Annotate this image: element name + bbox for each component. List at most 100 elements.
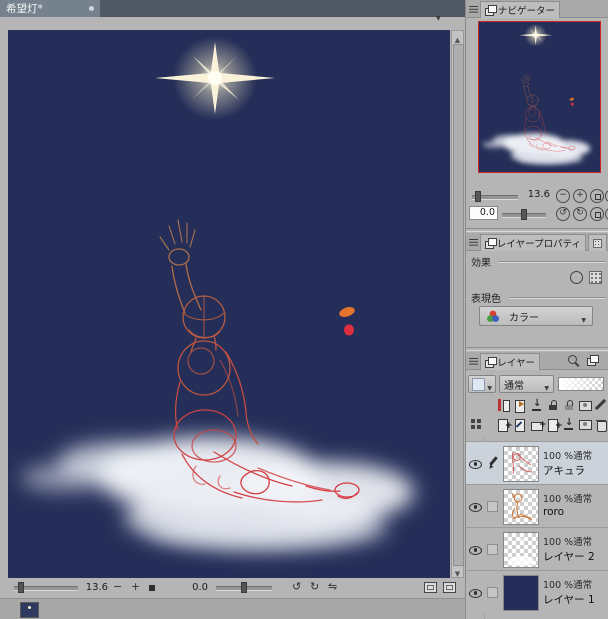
expression-color-combo[interactable]: カラー <box>479 306 593 326</box>
create-mask-icon[interactable] <box>578 417 592 431</box>
canvas-statusbar: 13.6 0.0 <box>0 578 466 598</box>
scroll-down-icon[interactable] <box>452 565 463 577</box>
thumbnail-view-icon[interactable] <box>469 417 483 431</box>
layer-color-caret-icon <box>487 375 492 394</box>
tab-layers[interactable]: レイヤー <box>480 353 540 370</box>
navigator-rotate-left-button[interactable] <box>556 207 570 221</box>
tone-effect-icon[interactable] <box>589 271 602 284</box>
navigator-zoom-out-button[interactable] <box>556 189 570 203</box>
tab-layer-property[interactable]: レイヤープロパティ <box>480 234 586 251</box>
expression-color-rule <box>510 297 606 299</box>
layer-property-menu-icon[interactable] <box>469 238 478 246</box>
layer-name: アキュラ <box>543 465 585 477</box>
layer-name: レイヤー 1 <box>543 594 595 606</box>
editing-target-icon[interactable] <box>487 456 499 469</box>
expression-color-caret-icon <box>581 307 586 326</box>
effect-rule <box>498 261 606 263</box>
navigator-zoom-in-button[interactable] <box>573 189 587 203</box>
layer-color-swatch <box>472 377 485 391</box>
fit-to-window-button[interactable] <box>443 582 456 593</box>
rotate-left-button[interactable] <box>292 581 301 593</box>
lock-transparent-pixels-icon[interactable] <box>562 398 576 412</box>
two-pane-icon[interactable] <box>587 355 599 366</box>
expression-color-label: 表現色 <box>471 294 501 305</box>
lock-layer-icon[interactable] <box>546 398 560 412</box>
layer-row[interactable]: 100 %通常 レイヤー 2 <box>466 527 608 570</box>
scroll-up-icon[interactable] <box>452 31 463 43</box>
layer-thumbnail[interactable] <box>503 532 539 568</box>
canvas-vertical-scrollbar[interactable] <box>451 30 464 578</box>
editing-target-checkbox[interactable] <box>487 587 498 598</box>
show-ruler-icon[interactable] <box>594 398 608 412</box>
navigator-preview[interactable] <box>478 21 601 173</box>
navigator-rotation-handle[interactable] <box>521 209 527 220</box>
layer-row[interactable]: 100 %通常 アキュラ <box>466 441 608 484</box>
clip-to-layer-below-icon[interactable] <box>496 398 510 412</box>
layer-thumbnail[interactable] <box>503 489 539 525</box>
tab-list-caret-icon[interactable] <box>436 5 441 24</box>
thumb-art <box>511 492 533 521</box>
tab-close-icon[interactable] <box>89 6 94 11</box>
statusbar-rotation-handle[interactable] <box>241 582 247 593</box>
layer-info: 100 %通常 <box>543 537 593 548</box>
tab-navigator[interactable]: ナビゲーター <box>480 1 560 18</box>
transfer-down-icon[interactable] <box>530 398 544 412</box>
navigator-artwork <box>479 22 600 172</box>
layer-visibility-icon[interactable] <box>469 586 482 599</box>
navigator-rotate-right-button[interactable] <box>573 207 587 221</box>
layer-visibility-icon[interactable] <box>469 500 482 513</box>
bottom-strip <box>0 598 466 619</box>
new-raster-layer-icon[interactable] <box>496 417 513 432</box>
layer-property-header: レイヤープロパティ <box>466 233 608 251</box>
navigator-rotate-reset-button[interactable] <box>590 207 604 221</box>
editing-target-checkbox[interactable] <box>487 501 498 512</box>
layer-visibility-icon[interactable] <box>469 543 482 556</box>
layers-menu-icon[interactable] <box>469 357 478 365</box>
layer-thumbnail[interactable] <box>503 446 539 482</box>
scrollbar-thumb[interactable] <box>453 44 464 566</box>
blend-mode-caret-icon <box>544 375 549 394</box>
rotate-right-button[interactable] <box>310 581 319 593</box>
tab-layer-property-extra[interactable] <box>588 234 607 251</box>
layer-info: 100 %通常 <box>543 580 593 591</box>
editing-target-checkbox[interactable] <box>487 544 498 555</box>
merge-down-icon[interactable] <box>562 417 576 431</box>
zoom-in-button[interactable] <box>131 581 140 593</box>
layer-property-title: レイヤープロパティ <box>496 239 581 250</box>
layer-info: 100 %通常 <box>543 451 593 462</box>
new-vector-layer-icon[interactable] <box>513 417 527 432</box>
navigator-zoom-reset-button[interactable] <box>590 189 604 203</box>
blend-mode-value: 通常 <box>504 380 524 392</box>
new-folder-icon[interactable] <box>530 417 547 431</box>
zoom-out-button[interactable] <box>113 581 122 593</box>
thumb-art <box>508 536 534 566</box>
reference-layer-icon[interactable] <box>513 398 527 413</box>
canvas-preview-icon[interactable] <box>20 602 39 618</box>
border-effect-icon[interactable] <box>570 271 583 284</box>
delete-layer-icon[interactable] <box>594 417 608 432</box>
opacity-slider[interactable] <box>558 377 604 391</box>
layer-thumbnail[interactable] <box>503 575 539 611</box>
enable-mask-icon[interactable] <box>578 398 592 412</box>
statusbar-zoom-handle[interactable] <box>18 582 24 593</box>
layers-title: レイヤー <box>497 358 535 369</box>
layer-info: 100 %通常 <box>543 494 593 505</box>
blend-mode-combo[interactable]: 通常 <box>499 375 554 393</box>
flip-horizontal-button[interactable] <box>328 581 337 593</box>
zoom-100-button[interactable] <box>149 585 155 591</box>
duplicate-layer-icon[interactable] <box>546 417 563 432</box>
document-tab[interactable]: 希望灯* <box>0 0 100 17</box>
navigator-menu-icon[interactable] <box>469 5 478 13</box>
canvas-artwork <box>8 30 450 578</box>
fit-to-screen-button[interactable] <box>424 582 437 593</box>
layer-row[interactable]: 100 %通常 roro <box>466 484 608 527</box>
navigator-title: ナビゲーター <box>497 6 555 17</box>
effect-label: 効果 <box>471 258 491 269</box>
layer-visibility-icon[interactable] <box>469 457 482 470</box>
opacity-gradient <box>559 378 603 390</box>
navigator-zoom-handle[interactable] <box>475 191 481 202</box>
layer-search-icon[interactable] <box>568 355 580 367</box>
layer-color-combo[interactable] <box>468 375 496 393</box>
canvas-viewport[interactable] <box>8 30 450 578</box>
layer-row[interactable]: 100 %通常 レイヤー 1 <box>466 570 608 613</box>
